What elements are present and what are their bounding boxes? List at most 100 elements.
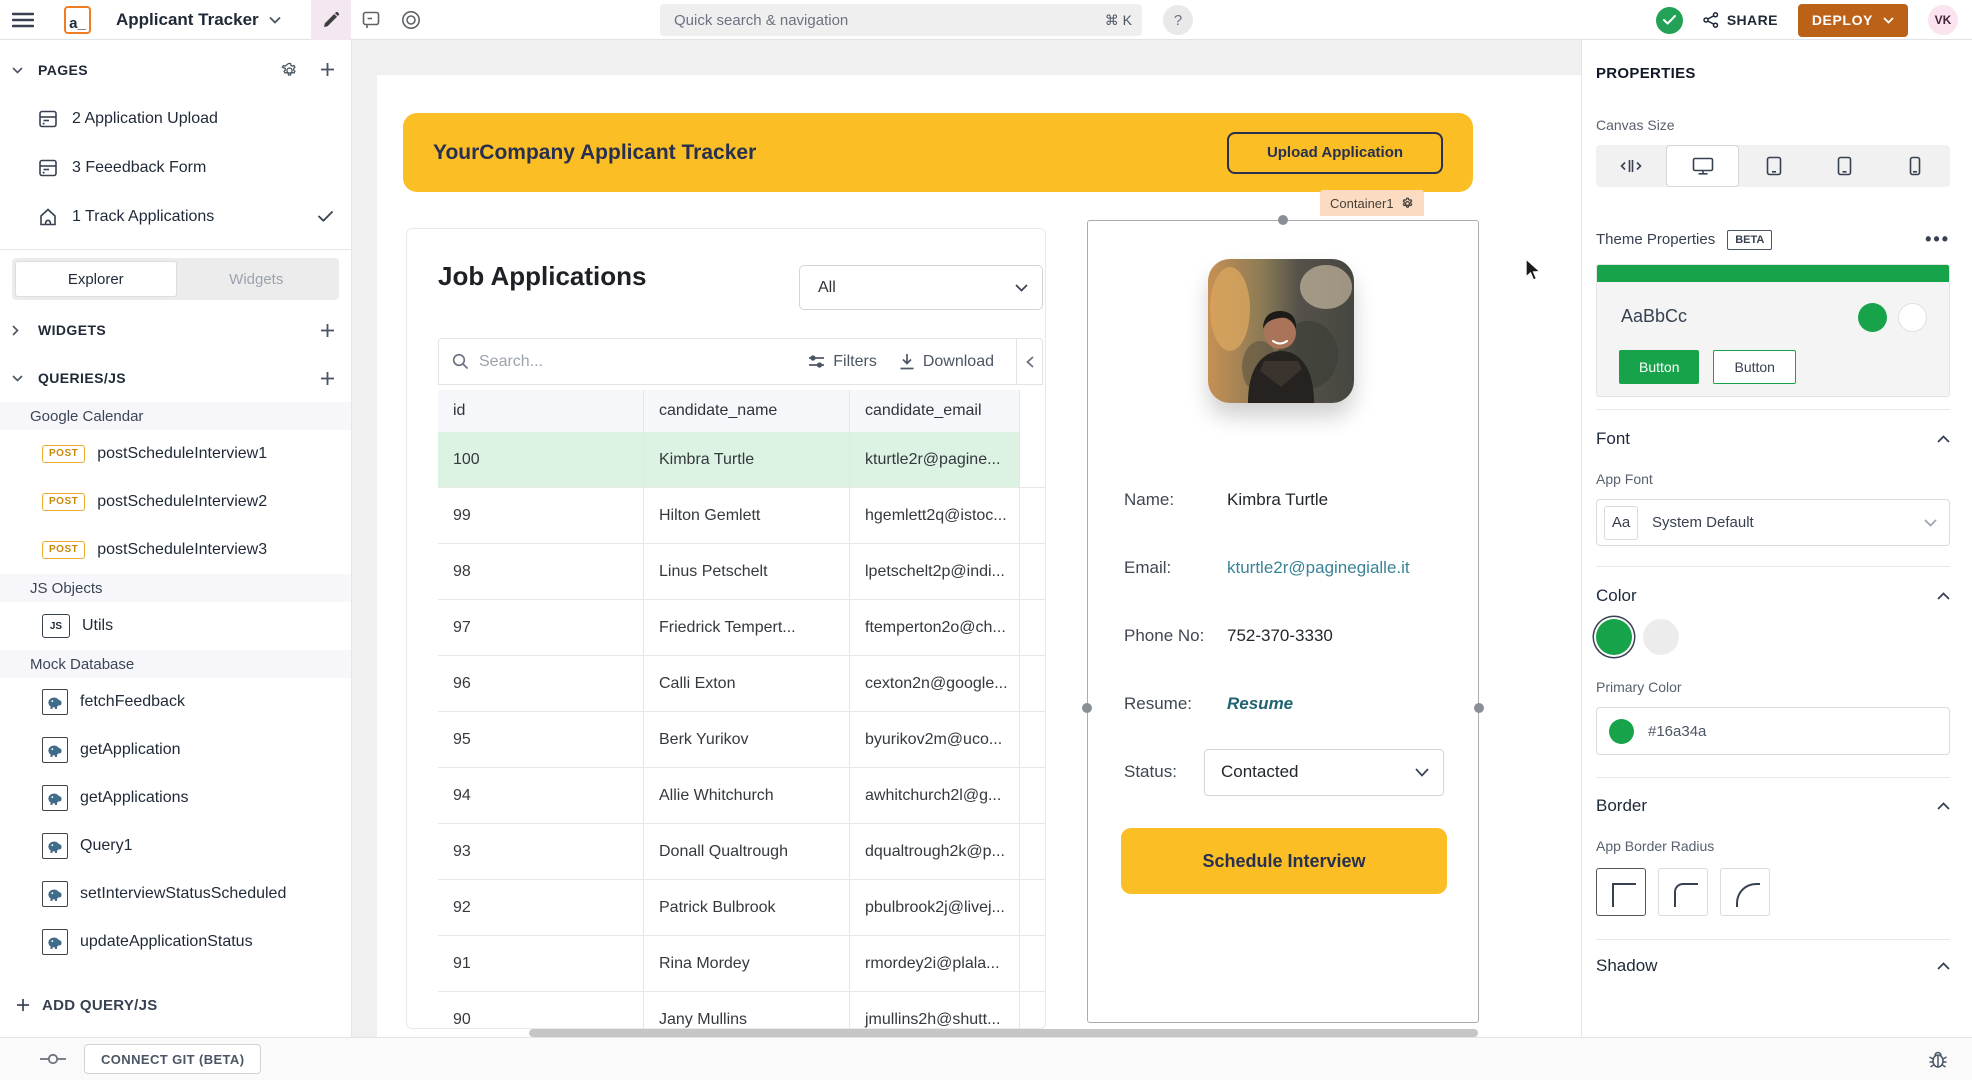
background-color-swatch[interactable] [1643, 619, 1679, 655]
query-item[interactable]: Query1 [0, 822, 351, 870]
table-row[interactable]: 94 Allie Whitchurch awhitchurch2l@g... [438, 768, 1046, 824]
query-item[interactable]: POSTpostScheduleInterview1 [0, 430, 351, 478]
candidate-detail-container[interactable]: Name:Kimbra TurtleEmail:kturtle2r@pagine… [1087, 220, 1479, 1023]
widget-settings-gear-icon[interactable] [1401, 197, 1414, 210]
chevron-down-icon [1015, 284, 1028, 292]
theme-menu-dots-icon[interactable]: ••• [1925, 229, 1950, 250]
collapse-panel-chevron-left-icon[interactable] [1016, 339, 1042, 384]
table-header-gutter [1020, 390, 1046, 432]
color-collapse-chevron-up-icon[interactable] [1937, 592, 1950, 600]
quick-search-input[interactable] [674, 12, 1105, 29]
app-title-chevron-down-icon[interactable] [269, 16, 281, 24]
add-widget-plus-icon[interactable] [320, 323, 335, 338]
table-row[interactable]: 91 Rina Mordey rmordey2i@plala... [438, 936, 1046, 992]
canvas-size-tablet-large-icon[interactable] [1739, 145, 1809, 187]
sidebar-page-item[interactable]: 1 Track Applications [0, 192, 351, 241]
comment-mode-button[interactable] [351, 0, 391, 40]
query-item[interactable]: POSTpostScheduleInterview2 [0, 478, 351, 526]
column-header-candidate-email[interactable]: candidate_email [850, 390, 1020, 432]
add-page-plus-icon[interactable] [320, 62, 335, 79]
detail-field-row: Email:kturtle2r@paginegialle.it [1124, 534, 1450, 602]
table-header-row: id candidate_name candidate_email [438, 390, 1046, 432]
sidebar-page-item[interactable]: 2 Application Upload [0, 94, 351, 143]
selected-widget-tag[interactable]: Container1 [1320, 190, 1424, 216]
connect-git-button[interactable]: CONNECT GIT (BETA) [84, 1044, 261, 1074]
primary-color-input[interactable]: #16a34a [1596, 707, 1950, 755]
help-button[interactable]: ? [1163, 5, 1193, 35]
cell-candidate-name: Calli Exton [644, 656, 850, 711]
js-object-icon: JS [42, 614, 70, 638]
schedule-interview-button[interactable]: Schedule Interview [1121, 828, 1447, 894]
theme-preview-card[interactable]: AaBbCc Button Button [1596, 264, 1950, 397]
table-row[interactable]: 95 Berk Yurikov byurikov2m@uco... [438, 712, 1046, 768]
border-radius-round-option[interactable] [1720, 868, 1770, 916]
saved-status-icon [1656, 7, 1683, 34]
query-item[interactable]: getApplication [0, 726, 351, 774]
font-collapse-chevron-up-icon[interactable] [1937, 435, 1950, 443]
column-header-candidate-name[interactable]: candidate_name [644, 390, 850, 432]
query-item[interactable]: JSUtils [0, 602, 351, 650]
table-row[interactable]: 100 Kimbra Turtle kturtle2r@pagine... [438, 432, 1046, 488]
table-search-input[interactable] [479, 353, 808, 371]
beta-badge: BETA [1727, 230, 1772, 250]
sidebar-page-item[interactable]: 3 Feeedback Form [0, 143, 351, 192]
add-query-js-button[interactable]: ADD QUERY/JS [0, 980, 351, 1030]
field-link[interactable]: kturtle2r@paginegialle.it [1227, 558, 1410, 578]
canvas-size-desktop-icon[interactable] [1666, 145, 1738, 187]
table-row[interactable]: 93 Donall Qualtrough dqualtrough2k@p... [438, 824, 1046, 880]
color-section-header: Color [1596, 586, 1637, 606]
canvas-size-phone-icon[interactable] [1880, 145, 1950, 187]
query-item[interactable]: fetchFeedback [0, 678, 351, 726]
download-button[interactable]: Download [899, 353, 994, 371]
cell-id: 99 [438, 488, 644, 543]
header-banner-container[interactable]: YourCompany Applicant Tracker Upload App… [403, 113, 1473, 192]
table-row[interactable]: 99 Hilton Gemlett hgemlett2q@istoc... [438, 488, 1046, 544]
queries-chevron-down-icon[interactable] [12, 375, 38, 382]
border-radius-sharp-option[interactable] [1596, 868, 1646, 916]
resize-handle-top[interactable] [1278, 215, 1288, 225]
add-query-plus-icon[interactable] [320, 371, 335, 386]
table-row[interactable]: 97 Friedrick Tempert... ftemperton2o@ch.… [438, 600, 1046, 656]
field-link[interactable]: Resume [1227, 694, 1293, 714]
border-radius-medium-option[interactable] [1658, 868, 1708, 916]
primary-color-swatch[interactable] [1596, 619, 1632, 655]
canvas-size-tablet-icon[interactable] [1809, 145, 1879, 187]
query-item[interactable]: getApplications [0, 774, 351, 822]
horizontal-scrollbar[interactable] [529, 1029, 1478, 1037]
widgets-chevron-right-icon[interactable] [12, 325, 38, 336]
pages-settings-gear-icon[interactable] [281, 62, 298, 79]
status-filter-select[interactable]: All [799, 265, 1043, 310]
quick-search-bar[interactable]: ⌘ K [660, 4, 1142, 36]
table-row[interactable]: 90 Jany Mullins jmullins2h@shutt... [438, 992, 1046, 1029]
filters-button[interactable]: Filters [808, 353, 877, 371]
app-title[interactable]: Applicant Tracker [116, 10, 259, 30]
resize-handle-left[interactable] [1082, 703, 1092, 713]
download-icon [899, 353, 915, 370]
status-select[interactable]: Contacted [1204, 749, 1444, 796]
query-item[interactable]: updateApplicationStatus [0, 918, 351, 966]
query-item[interactable]: setInterviewStatusScheduled [0, 870, 351, 918]
hamburger-menu-icon[interactable] [0, 0, 46, 40]
tab-explorer[interactable]: Explorer [15, 261, 177, 297]
deploy-button[interactable]: DEPLOY [1798, 4, 1908, 37]
resize-handle-right[interactable] [1474, 703, 1484, 713]
column-header-id[interactable]: id [438, 390, 644, 432]
user-avatar[interactable]: VK [1928, 5, 1958, 35]
cell-candidate-name: Kimbra Turtle [644, 432, 850, 487]
table-row[interactable]: 92 Patrick Bulbrook pbulbrook2j@livej... [438, 880, 1046, 936]
table-row[interactable]: 96 Calli Exton cexton2n@google... [438, 656, 1046, 712]
cell-candidate-name: Donall Qualtrough [644, 824, 850, 879]
query-item[interactable]: POSTpostScheduleInterview3 [0, 526, 351, 574]
share-button[interactable]: SHARE [1703, 12, 1778, 28]
tab-widgets[interactable]: Widgets [177, 261, 337, 297]
table-row[interactable]: 98 Linus Petschelt lpetschelt2p@indi... [438, 544, 1046, 600]
debug-bug-icon[interactable] [1928, 1049, 1948, 1069]
shadow-collapse-chevron-up-icon[interactable] [1937, 962, 1950, 970]
edit-mode-button[interactable] [311, 0, 351, 40]
upload-application-button[interactable]: Upload Application [1227, 132, 1443, 174]
border-collapse-chevron-up-icon[interactable] [1937, 802, 1950, 810]
canvas-size-fluid-icon[interactable] [1596, 145, 1666, 187]
app-font-select[interactable]: Aa System Default [1596, 499, 1950, 546]
preview-mode-button[interactable] [391, 0, 431, 40]
pages-chevron-down-icon[interactable] [12, 67, 38, 74]
